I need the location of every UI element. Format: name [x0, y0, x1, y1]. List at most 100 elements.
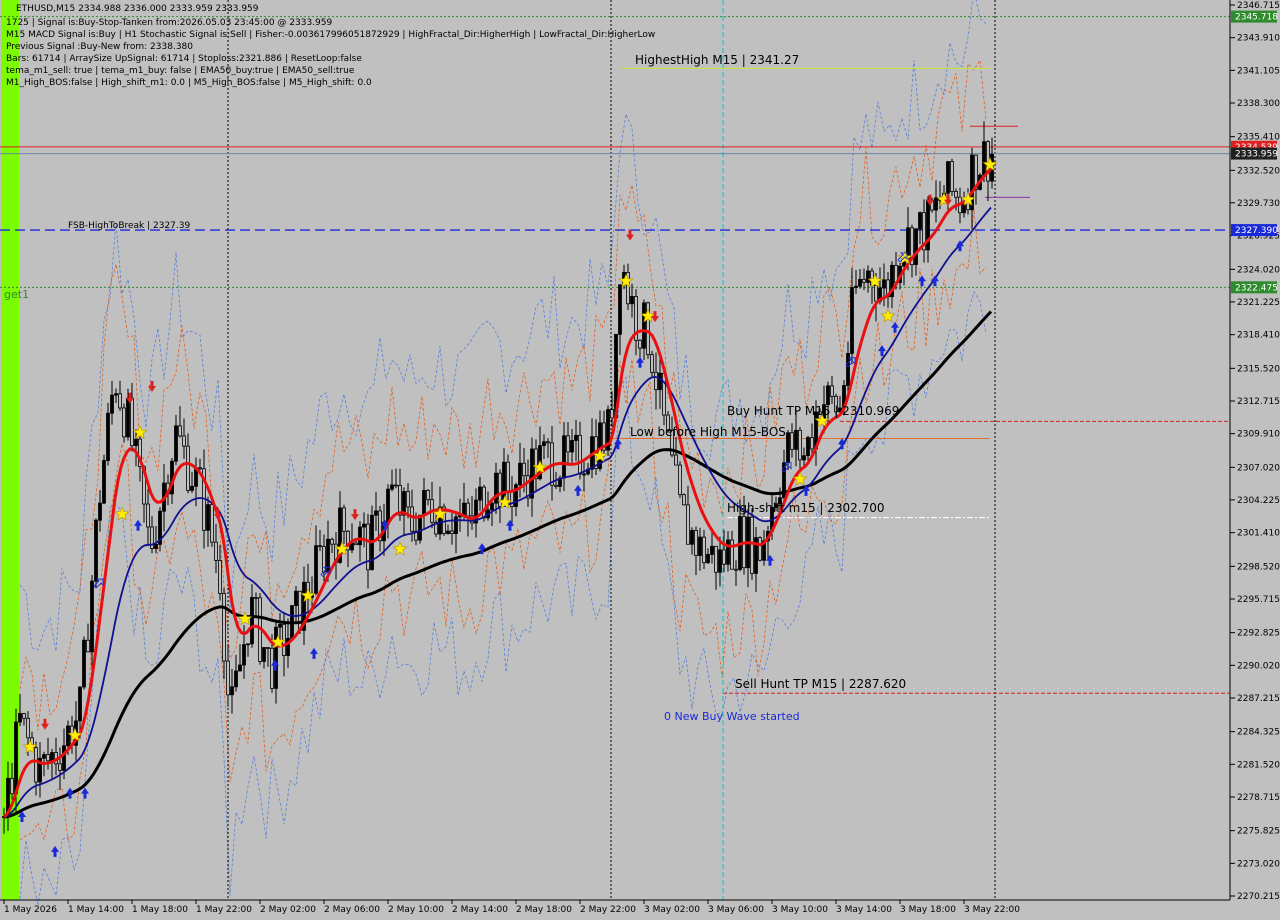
candle-body: [22, 713, 26, 719]
candle-body: [810, 437, 814, 450]
time-axis[interactable]: 1 May 2026 1 May 14:00 1 May 18:00 1 May 22…: [3, 900, 1020, 915]
candle-body: [686, 504, 690, 545]
candle-body: [362, 523, 366, 528]
price-tag-label: 2322.475: [1235, 283, 1278, 293]
highest-high-label: HighestHigh M15 | 2341.27: [635, 53, 799, 67]
candle-body: [562, 435, 566, 479]
candle-body: [694, 530, 698, 556]
candle-body: [758, 537, 762, 561]
time-tick-label: 3 May 10:00: [772, 905, 828, 915]
price-tick-label: 2275.825: [1237, 827, 1280, 837]
price-tag-label: 2327.390: [1235, 226, 1278, 236]
candle-body: [250, 597, 254, 645]
price-tick-label: 2284.325: [1237, 728, 1280, 738]
price-tick-label: 2307.020: [1237, 463, 1280, 473]
candle-body: [650, 354, 654, 373]
candle-body: [570, 440, 574, 453]
price-tick-label: 2309.910: [1237, 430, 1280, 440]
candle-body: [98, 502, 102, 521]
candle-body: [34, 747, 38, 783]
candle-body: [110, 394, 114, 414]
price-axis[interactable]: 2346.7152343.9102341.1052338.3002335.410…: [1230, 1, 1280, 902]
candle-body: [154, 543, 158, 549]
price-tick-label: 2295.715: [1237, 595, 1280, 605]
candle-body: [854, 285, 858, 288]
candle-body: [178, 425, 182, 437]
price-chart[interactable]: 2346.7152343.9102341.1052338.3002335.410…: [0, 0, 1280, 920]
price-tick-label: 2292.825: [1237, 629, 1280, 639]
candle-body: [850, 287, 854, 354]
price-tick-label: 2312.715: [1237, 397, 1280, 407]
price-tick-label: 2341.105: [1237, 66, 1280, 76]
candle-body: [102, 460, 106, 504]
candle-body: [698, 536, 702, 556]
candle-body: [394, 484, 398, 487]
buy-hunt-label: Buy Hunt TP M15 | 2310.969: [727, 404, 899, 418]
ohlc-values: 2334.988 2336.000 2333.959 2333.959: [78, 4, 259, 14]
candle-body: [42, 754, 46, 759]
time-tick-label: 2 May 18:00: [516, 905, 572, 915]
candle-body: [298, 590, 302, 631]
price-tick-label: 2321.225: [1237, 298, 1280, 308]
candle-body: [790, 432, 794, 450]
candle-body: [406, 491, 410, 508]
price-tick-label: 2332.520: [1237, 166, 1280, 176]
candle-body: [658, 372, 662, 391]
candle-body: [294, 590, 298, 606]
candle-body: [706, 554, 710, 564]
candle-body: [78, 686, 82, 722]
candle-body: [726, 539, 730, 565]
candle-body: [662, 372, 666, 416]
candle-body: [254, 597, 258, 599]
time-tick-label: 1 May 2026: [4, 905, 57, 915]
candle-body: [246, 643, 250, 646]
candle-body: [610, 409, 614, 419]
candle-body: [226, 660, 230, 696]
candle-body: [638, 339, 642, 349]
candle-body: [830, 385, 834, 397]
symbol-label: ETHUSD,M15: [16, 4, 76, 14]
price-tick-label: 2301.410: [1237, 529, 1280, 539]
candle-body: [422, 489, 426, 516]
candle-body: [630, 296, 634, 305]
candle-body: [722, 549, 726, 565]
candle-body: [270, 647, 274, 689]
candle-body: [518, 462, 522, 486]
candle-body: [390, 484, 394, 490]
candle-body: [234, 670, 238, 688]
price-tag-label: 2333.959: [1235, 150, 1278, 160]
price-tick-label: 2329.730: [1237, 199, 1280, 209]
candle-body: [674, 454, 678, 466]
candle-body: [354, 542, 358, 546]
candle-body: [62, 745, 66, 771]
candle-body: [798, 429, 802, 461]
time-tick-label: 2 May 10:00: [388, 905, 444, 915]
candle-body: [342, 507, 346, 532]
info-line-3: Previous Signal :Buy-New from: 2338.380: [6, 42, 194, 52]
candle-body: [14, 721, 18, 795]
candle-body: [450, 530, 454, 534]
candle-body: [914, 228, 918, 266]
chart-window[interactable]: 2346.715 2343.910 2341.105 2338.300 2335.410…: [0, 0, 1280, 920]
candle-body: [730, 539, 734, 570]
candle-body: [530, 448, 534, 499]
time-tick-label: 2 May 06:00: [324, 905, 380, 915]
candle-body: [174, 425, 178, 462]
price-tag-label: 2345.718: [1235, 13, 1278, 23]
candle-body: [554, 484, 558, 487]
time-tick-label: 1 May 14:00: [68, 905, 124, 915]
candle-body: [18, 713, 22, 723]
candle-body: [418, 514, 422, 541]
candle-body: [130, 397, 134, 447]
candle-body: [90, 580, 94, 653]
candle-body: [546, 441, 550, 444]
candle-body: [386, 488, 390, 523]
candle-body: [522, 462, 526, 477]
time-tick-label: 3 May 18:00: [900, 905, 956, 915]
candle-body: [654, 371, 658, 391]
candle-body: [858, 278, 862, 287]
candle-body: [946, 161, 950, 194]
time-tick-label: 1 May 22:00: [196, 905, 252, 915]
price-tick-label: 2346.715: [1237, 1, 1280, 11]
time-tick-label: 3 May 06:00: [708, 905, 764, 915]
